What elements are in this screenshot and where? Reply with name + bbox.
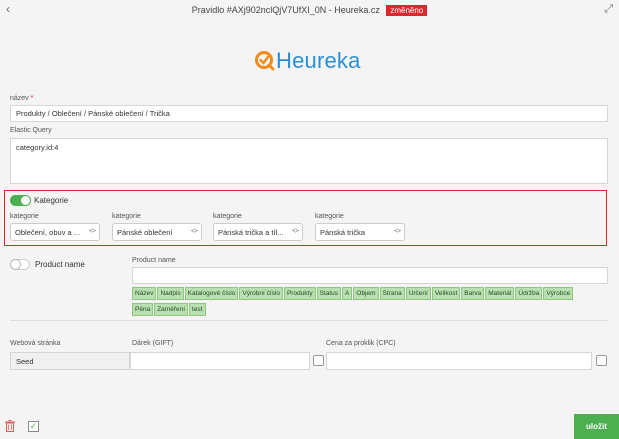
field-tag[interactable]: Pěna	[132, 303, 154, 316]
field-tag[interactable]: Objem	[353, 287, 379, 300]
select-arrows-icon: ︿ ﹀	[191, 225, 198, 238]
gift-label: Dárek (GIFT)	[132, 340, 174, 347]
toggle-knob	[20, 195, 31, 206]
trash-icon[interactable]	[5, 420, 15, 435]
select-arrows-icon: ︿ ﹀	[394, 225, 401, 238]
save-button[interactable]: uložit	[574, 414, 619, 439]
name-label: název *	[10, 95, 33, 102]
field-tag[interactable]: test	[189, 303, 206, 316]
gift-input[interactable]	[130, 352, 310, 370]
product-name-input[interactable]	[132, 267, 608, 284]
field-tag[interactable]: Materiál	[485, 287, 515, 300]
kategorie-select-2-value: Pánské oblečení	[117, 227, 173, 237]
window-title-text: Pravidlo #AXj902nclQjV7UfXI_0N - Heureka…	[191, 5, 380, 15]
divider	[10, 320, 608, 321]
field-tag[interactable]: Název	[132, 287, 157, 300]
web-cell: Seed	[10, 352, 130, 370]
select-arrows-icon: ︿ ﹀	[89, 225, 96, 238]
kategorie-select-4-value: Pánská trička	[320, 227, 366, 237]
changed-badge: změněno	[386, 5, 428, 16]
kategorie-select-4[interactable]: Pánská trička ︿ ﹀	[315, 223, 405, 241]
field-tag[interactable]: Výrobní číslo	[239, 287, 283, 300]
elastic-query-textarea[interactable]: category.id:4	[10, 138, 608, 184]
kategorie-select-3-value: Pánská trička a tíl...	[218, 227, 284, 237]
gift-checkbox[interactable]	[313, 355, 324, 366]
field-tag[interactable]: Nadpis	[157, 287, 184, 300]
title-bar: ‹ Pravidlo #AXj902nclQjV7UfXI_0N - Heure…	[0, 0, 619, 20]
kategorie-label-2: kategorie	[112, 213, 141, 220]
kategorie-label-1: kategorie	[10, 213, 39, 220]
expand-icon[interactable]: ⤢	[604, 3, 613, 16]
check-icon[interactable]: ✓	[28, 421, 39, 432]
footer-bar: ✓	[0, 414, 619, 439]
kategorie-select-3[interactable]: Pánská trička a tíl... ︿ ﹀	[213, 223, 303, 241]
cpc-checkbox[interactable]	[596, 355, 607, 366]
kategorie-toggle[interactable]	[10, 195, 31, 206]
select-arrows-icon: ︿ ﹀	[292, 225, 299, 238]
kategorie-label-4: kategorie	[315, 213, 344, 220]
field-tag[interactable]: Produkty	[283, 287, 316, 300]
field-tag[interactable]: Velikost	[431, 287, 461, 300]
heureka-logo: Heureka	[254, 46, 374, 78]
field-tag[interactable]: Katalogové číslo	[184, 287, 239, 300]
elastic-query-label: Elastic Query	[10, 127, 52, 134]
field-tag[interactable]: Určení	[405, 287, 431, 300]
cpc-input[interactable]	[326, 352, 592, 370]
kategorie-select-1-value: Oblečení, obuv a ...	[15, 227, 81, 237]
product-name-tags: Název Nadpis Katalogové číslo Výrobní číslo…	[132, 287, 592, 319]
field-tag[interactable]: A	[342, 287, 353, 300]
kategorie-toggle-label: Kategorie	[34, 196, 69, 205]
field-tag[interactable]: Barva	[461, 287, 485, 300]
name-input[interactable]: Produkty / Oblečení / Pánské oblečení / …	[10, 105, 608, 122]
kategorie-select-2[interactable]: Pánské oblečení ︿ ﹀	[112, 223, 202, 241]
required-mark: *	[30, 95, 34, 102]
heureka-logo-mark-icon	[255, 51, 275, 71]
field-tag[interactable]: Strana	[379, 287, 405, 300]
field-tag[interactable]: Zaměření	[154, 303, 189, 316]
name-label-text: název	[10, 95, 29, 102]
cpc-label: Cena za proklik (CPC)	[326, 340, 396, 347]
product-name-field-label: Product name	[132, 257, 176, 264]
toggle-knob	[10, 259, 21, 270]
kategorie-label-3: kategorie	[213, 213, 242, 220]
logo-text: Heureka	[276, 48, 361, 73]
field-tag[interactable]: Status	[316, 287, 342, 300]
field-tag[interactable]: Výrobce	[543, 287, 574, 300]
window-title: Pravidlo #AXj902nclQjV7UfXI_0N - Heureka…	[0, 5, 619, 16]
field-tag[interactable]: Údržba	[515, 287, 543, 300]
product-name-toggle[interactable]	[10, 259, 30, 270]
product-name-toggle-label: Product name	[35, 260, 85, 269]
kategorie-select-1[interactable]: Oblečení, obuv a ... ︿ ﹀	[10, 223, 100, 241]
web-label: Webová stránka	[10, 340, 61, 347]
